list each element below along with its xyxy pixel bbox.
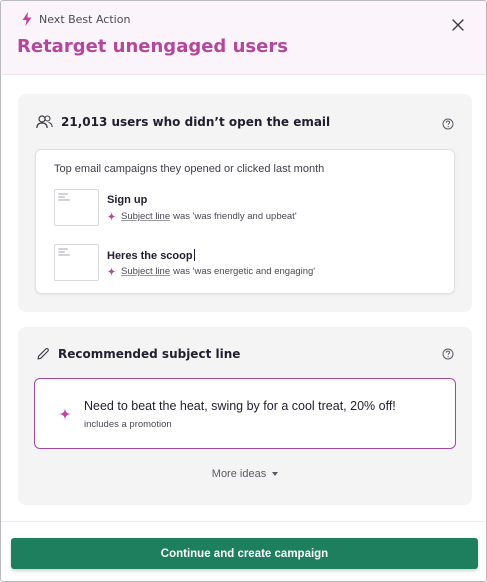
panel-header: Next Best Action Retarget unengaged user… xyxy=(1,1,486,75)
audience-heading: 21,013 users who didn’t open the email xyxy=(36,115,330,129)
subject-line-link[interactable]: Subject line xyxy=(121,266,170,277)
campaign-meta: Subject line was 'was friendly and upbea… xyxy=(107,211,297,222)
more-ideas-button[interactable]: More ideas xyxy=(18,468,472,480)
help-circle-icon[interactable] xyxy=(442,118,454,130)
campaign-item[interactable]: Sign up Subject line was 'was friendly a… xyxy=(54,189,449,229)
campaigns-caption: Top email campaigns they opened or click… xyxy=(54,163,325,175)
pencil-icon xyxy=(37,348,49,360)
campaigns-list: Top email campaigns they opened or click… xyxy=(35,149,455,294)
sparkle-icon xyxy=(107,267,116,276)
lightning-bolt-icon xyxy=(22,12,32,26)
audience-card: 21,013 users who didn’t open the email T… xyxy=(18,94,472,312)
chevron-down-icon xyxy=(272,472,279,476)
subject-line-link[interactable]: Subject line xyxy=(121,211,170,222)
subject-heading-text: Recommended subject line xyxy=(58,347,241,361)
campaign-name: Sign up xyxy=(107,194,148,206)
recommended-subject-text: Need to beat the heat, swing by for a co… xyxy=(84,399,396,413)
subject-heading: Recommended subject line xyxy=(36,347,240,361)
eyebrow: Next Best Action xyxy=(21,12,130,26)
help-circle-icon[interactable] xyxy=(442,348,454,360)
more-ideas-label: More ideas xyxy=(211,468,267,480)
next-best-action-panel: Next Best Action Retarget unengaged user… xyxy=(0,0,487,582)
continue-create-campaign-button[interactable]: Continue and create campaign xyxy=(11,538,478,569)
subject-card: Recommended subject line Need to beat th… xyxy=(18,327,472,505)
campaign-meta: Subject line was 'was energetic and enga… xyxy=(107,266,315,277)
eyebrow-label: Next Best Action xyxy=(39,12,131,26)
footer-divider xyxy=(1,521,486,522)
sparkle-icon xyxy=(107,212,116,221)
campaign-item[interactable]: Heres the scoop Subject line was 'was en… xyxy=(54,244,449,284)
subject-line-note: was 'was friendly and upbeat' xyxy=(173,211,297,222)
audience-heading-text: 21,013 users who didn’t open the email xyxy=(61,115,331,129)
campaign-thumbnail xyxy=(54,189,99,226)
campaign-name: Heres the scoop xyxy=(107,249,195,262)
sparkle-icon xyxy=(59,408,71,420)
page-title: Retarget unengaged users xyxy=(17,36,288,57)
users-icon xyxy=(36,115,53,129)
subject-line-note: was 'was energetic and engaging' xyxy=(173,266,316,277)
close-button[interactable] xyxy=(447,14,469,36)
campaign-thumbnail xyxy=(54,244,99,281)
close-icon xyxy=(452,19,464,31)
recommended-subject-note: includes a promotion xyxy=(84,419,172,430)
recommended-subject-option[interactable]: Need to beat the heat, swing by for a co… xyxy=(34,378,456,449)
